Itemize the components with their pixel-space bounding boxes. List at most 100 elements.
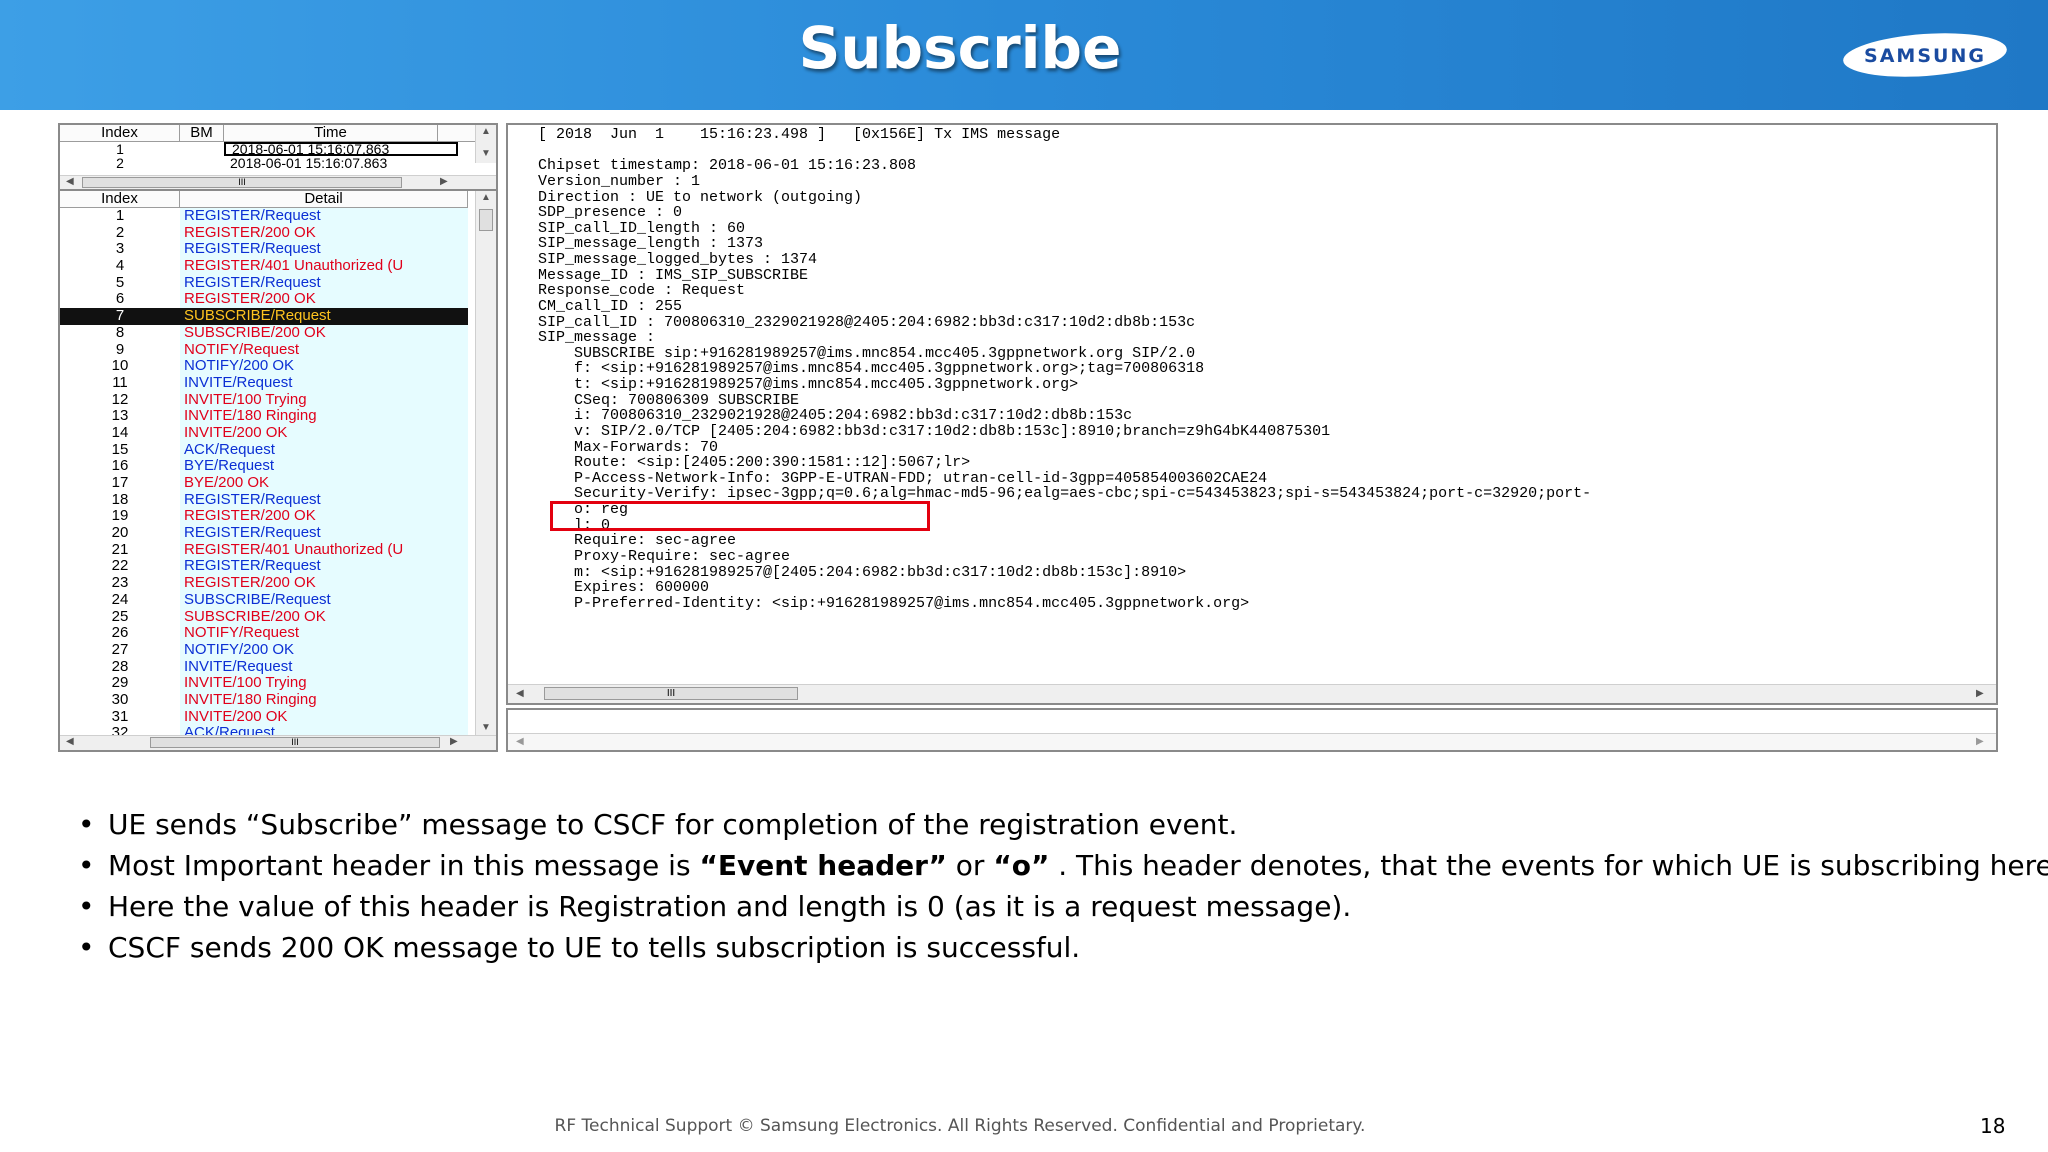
- bookmark-vertical-scrollbar[interactable]: ▲ ▼: [475, 125, 496, 163]
- scroll-left-icon[interactable]: ◀: [516, 688, 524, 700]
- bookmark-time: 2018-06-01 15:16:07.863: [224, 142, 458, 156]
- bookmark-bm: [180, 156, 224, 170]
- message-list-item[interactable]: 31 INVITE/200 OK: [60, 708, 468, 726]
- scrollbar-thumb[interactable]: III: [150, 737, 440, 748]
- message-detail: REGISTER/Request: [184, 558, 321, 575]
- scroll-up-icon[interactable]: ▲: [481, 126, 491, 138]
- column-header-detail[interactable]: Detail: [180, 191, 468, 207]
- message-detail: NOTIFY/200 OK: [184, 358, 295, 375]
- message-list-item[interactable]: 6 REGISTER/200 OK: [60, 291, 468, 309]
- message-list-item[interactable]: 14 INVITE/200 OK: [60, 424, 468, 442]
- message-detail: NOTIFY/200 OK: [184, 641, 295, 658]
- bullet-item: Most Important header in this message is…: [78, 845, 2048, 886]
- message-detail: REGISTER/200 OK: [184, 224, 316, 241]
- column-header-index[interactable]: Index: [60, 125, 180, 141]
- bookmark-row[interactable]: 1 2018-06-01 15:16:07.863: [60, 142, 496, 156]
- scroll-up-icon[interactable]: ▲: [481, 192, 491, 204]
- message-list-item[interactable]: 3 REGISTER/Request: [60, 241, 468, 259]
- message-list-item[interactable]: 30 INVITE/180 Ringing: [60, 691, 468, 709]
- scroll-right-icon[interactable]: ▶: [440, 176, 448, 188]
- message-list-item[interactable]: 1 REGISTER/Request: [60, 208, 468, 225]
- message-detail: REGISTER/Request: [184, 241, 321, 258]
- message-list: 1 REGISTER/Request 2 REGISTER/200 OK 3 REGIST…: [60, 208, 468, 738]
- bullet-emphasis: “o”: [993, 849, 1050, 882]
- message-list-item[interactable]: 15 ACK/Request: [60, 441, 468, 459]
- scrollbar-thumb[interactable]: III: [544, 687, 798, 700]
- message-index: 22: [60, 558, 180, 576]
- message-list-item[interactable]: 5 REGISTER/Request: [60, 274, 468, 292]
- message-list-item[interactable]: 26 NOTIFY/Request: [60, 624, 468, 642]
- message-list-panel: Index Detail 1 REGISTER/Request 2 REGISTER/…: [58, 189, 498, 752]
- message-index: 15: [60, 441, 180, 459]
- scroll-right-icon[interactable]: ▶: [1976, 688, 1984, 700]
- scrollbar-thumb[interactable]: [479, 209, 493, 231]
- page-number: 18: [1980, 1114, 2006, 1138]
- message-list-item[interactable]: 20 REGISTER/Request: [60, 524, 468, 542]
- column-header-time[interactable]: Time: [224, 125, 438, 141]
- message-list-item[interactable]: 10 NOTIFY/200 OK: [60, 357, 468, 375]
- message-list-item[interactable]: 21 REGISTER/401 Unauthorized (U: [60, 541, 468, 559]
- message-detail: INVITE/Request: [184, 374, 293, 391]
- message-list-item[interactable]: 8 SUBSCRIBE/200 OK: [60, 324, 468, 342]
- scroll-down-icon[interactable]: ▼: [481, 722, 491, 734]
- scroll-left-icon[interactable]: ◀: [516, 736, 524, 748]
- log-line: Security-Verify: ipsec-3gpp;q=0.6;alg=hm…: [538, 485, 1592, 503]
- scroll-right-icon[interactable]: ▶: [1976, 736, 1984, 748]
- column-header-index[interactable]: Index: [60, 191, 180, 207]
- log-line: m: <sip:+916281989257@[2405:204:6982:bb3…: [538, 563, 1187, 581]
- message-list-item[interactable]: 12 INVITE/100 Trying: [60, 391, 468, 409]
- message-list-item[interactable]: 25 SUBSCRIBE/200 OK: [60, 608, 468, 626]
- message-detail: INVITE/Request: [184, 658, 293, 675]
- scroll-left-icon[interactable]: ◀: [66, 736, 74, 748]
- message-list-item-selected[interactable]: 7 SUBSCRIBE/Request: [60, 307, 468, 325]
- bookmark-table-body: 1 2018-06-01 15:16:07.863 2 2018-06-01 15:1…: [60, 142, 496, 170]
- message-list-item[interactable]: 29 INVITE/100 Trying: [60, 675, 468, 692]
- message-index: 23: [60, 574, 180, 592]
- message-list-item[interactable]: 24 SUBSCRIBE/Request: [60, 591, 468, 609]
- bullet-text: or: [946, 849, 994, 882]
- message-index: 28: [60, 658, 180, 676]
- message-detail: ACK/Request: [184, 441, 275, 458]
- message-list-item[interactable]: 27 NOTIFY/200 OK: [60, 641, 468, 659]
- message-list-item[interactable]: 23 REGISTER/200 OK: [60, 574, 468, 592]
- bullet-item: UE sends “Subscribe” message to CSCF for…: [78, 804, 2048, 845]
- scrollbar-thumb[interactable]: III: [82, 177, 402, 188]
- slide-title: Subscribe: [798, 14, 1122, 82]
- event-header-highlight: [550, 501, 930, 531]
- message-index: 26: [60, 624, 180, 642]
- scroll-down-icon[interactable]: ▼: [481, 148, 491, 160]
- secondary-horizontal-scrollbar[interactable]: ◀ ▶: [508, 733, 1996, 750]
- log-line: P-Access-Network-Info: 3GPP-E-UTRAN-FDD;…: [538, 469, 1268, 487]
- message-list-item[interactable]: 11 INVITE/Request: [60, 374, 468, 392]
- scroll-left-icon[interactable]: ◀: [66, 176, 74, 188]
- message-list-item[interactable]: 17 BYE/200 OK: [60, 474, 468, 492]
- message-list-horizontal-scrollbar[interactable]: ◀ III ▶: [60, 735, 496, 750]
- message-list-item[interactable]: 18 REGISTER/Request: [60, 491, 468, 509]
- bullet-item: Here the value of this header is Registr…: [78, 886, 2048, 927]
- scroll-right-icon[interactable]: ▶: [450, 736, 458, 748]
- message-index: 6: [60, 291, 180, 309]
- message-list-item[interactable]: 13 INVITE/180 Ringing: [60, 408, 468, 425]
- message-index: 13: [60, 408, 180, 425]
- message-list-item[interactable]: 9 NOTIFY/Request: [60, 341, 468, 359]
- message-detail: REGISTER/Request: [184, 491, 321, 508]
- message-list-item[interactable]: 19 REGISTER/200 OK: [60, 508, 468, 526]
- message-index: 5: [60, 274, 180, 292]
- message-list-item[interactable]: 22 REGISTER/Request: [60, 558, 468, 576]
- bookmark-table-panel: Index BM Time 1 2018-06-01 15:16:07.863 2 2…: [58, 123, 498, 192]
- column-header-bm[interactable]: BM: [180, 125, 224, 141]
- message-list-item[interactable]: 28 INVITE/Request: [60, 658, 468, 676]
- bullet-item: CSCF sends 200 OK message to UE to tells…: [78, 927, 2048, 968]
- message-detail: INVITE/100 Trying: [184, 675, 307, 692]
- message-list-vertical-scrollbar[interactable]: ▲ ▼: [475, 191, 496, 736]
- message-detail-text[interactable]: [ 2018 Jun 1 15:16:23.498 ] [0x156E] Tx …: [538, 127, 1591, 611]
- detail-horizontal-scrollbar[interactable]: ◀ III ▶: [508, 684, 1996, 703]
- message-index: 4: [60, 257, 180, 275]
- message-list-item[interactable]: 4 REGISTER/401 Unauthorized (U: [60, 257, 468, 275]
- message-index: 19: [60, 508, 180, 526]
- message-list-item[interactable]: 16 BYE/Request: [60, 458, 468, 475]
- bookmark-row[interactable]: 2 2018-06-01 15:16:07.863: [60, 156, 496, 170]
- message-list-item[interactable]: 2 REGISTER/200 OK: [60, 224, 468, 242]
- bookmark-horizontal-scrollbar[interactable]: ◀ III ▶: [60, 175, 496, 190]
